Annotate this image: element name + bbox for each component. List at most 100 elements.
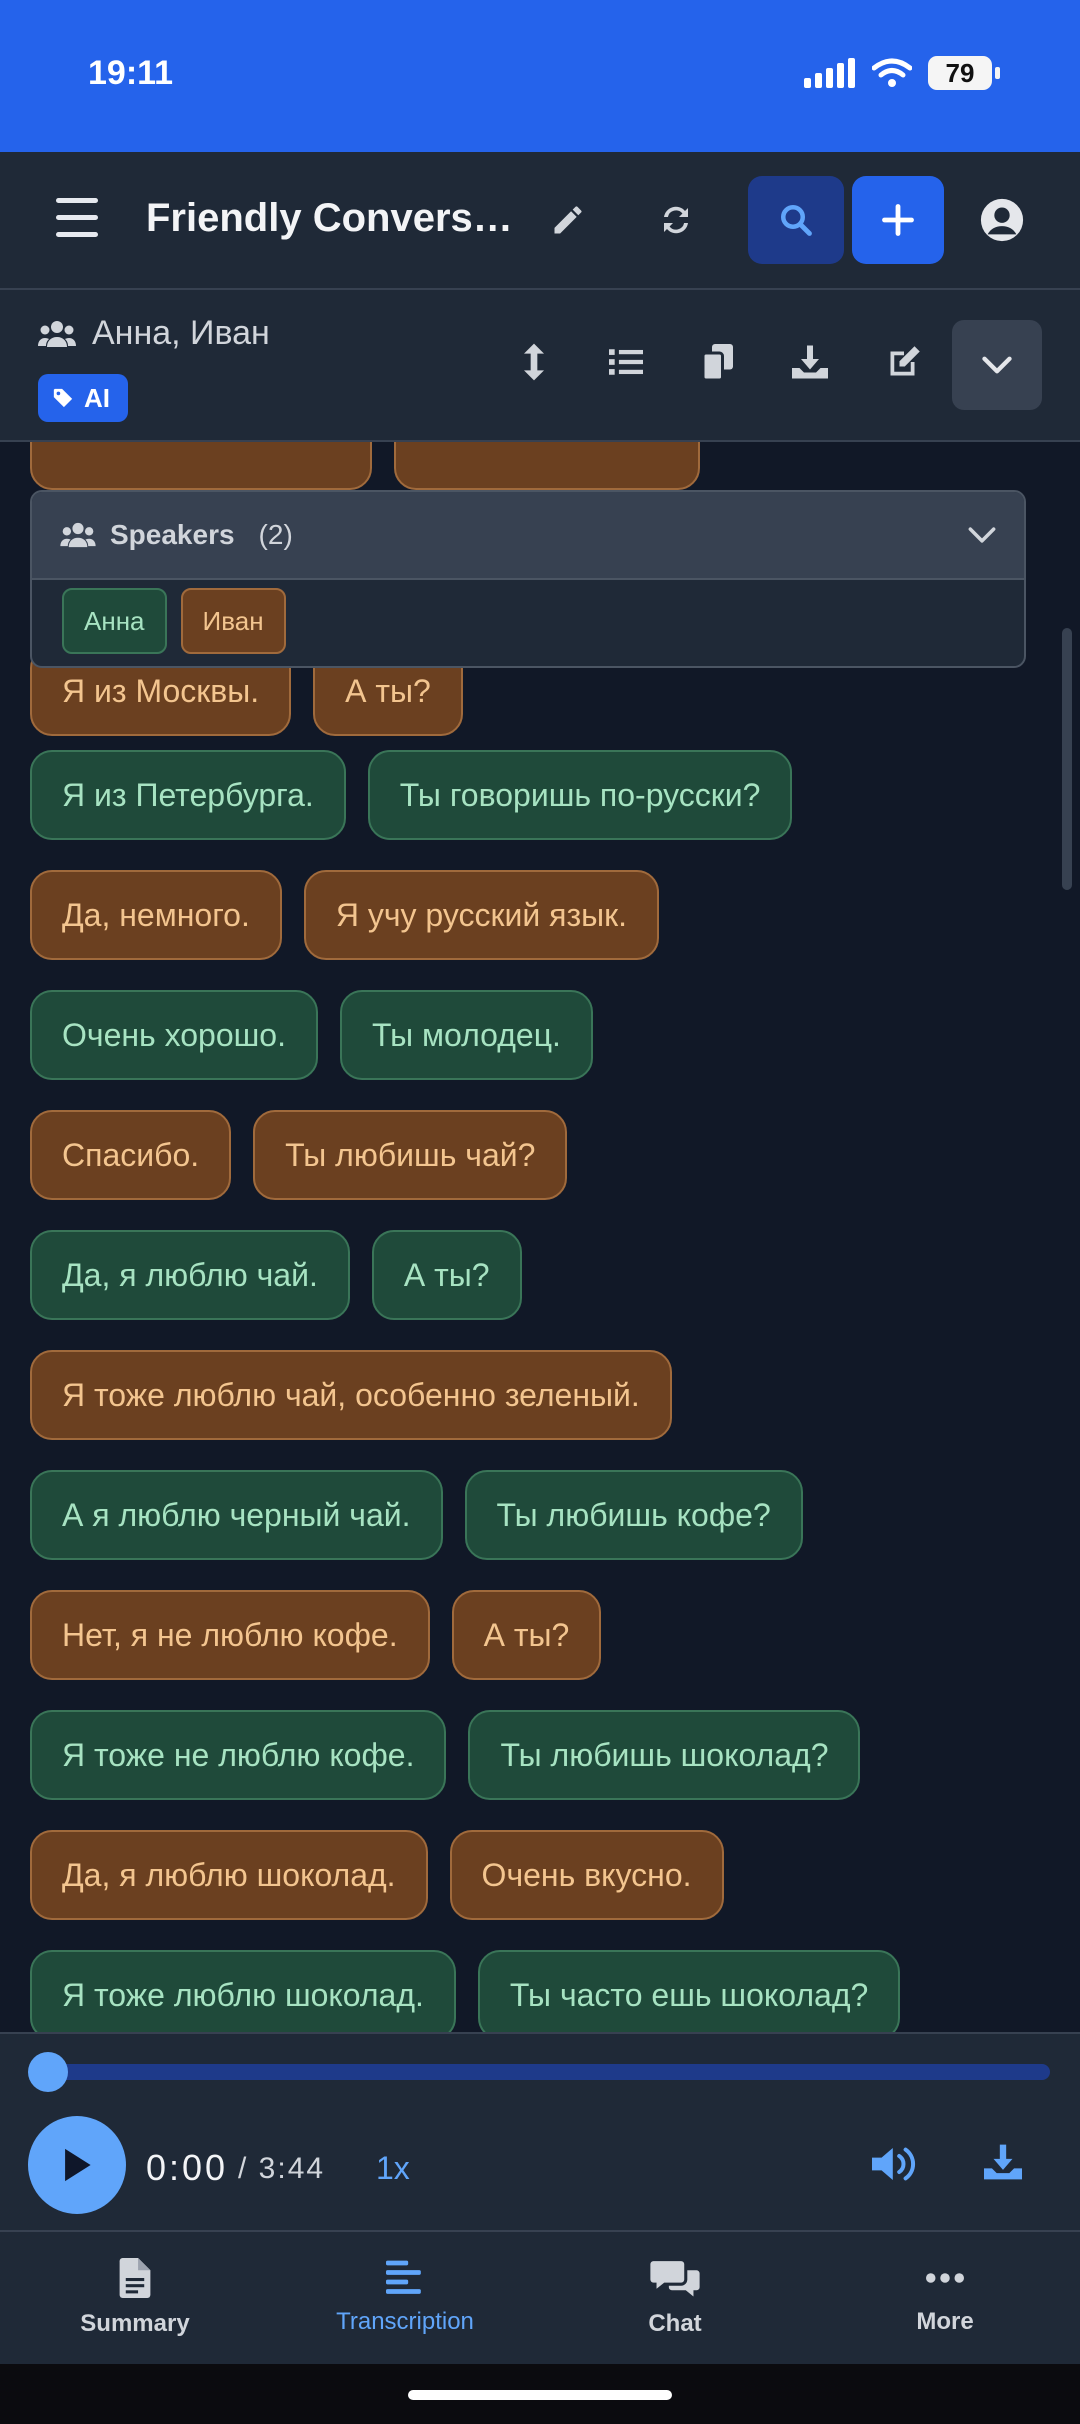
transcript-row: Да, я люблю чай. А ты? [30,1230,522,1320]
copy-icon [702,344,733,380]
transcript-segment[interactable]: Ты любишь чай? [253,1110,568,1200]
transcript-row: Я тоже люблю шоколад. Ты часто ешь шокол… [30,1950,901,2032]
speakers-panel: Speakers (2) Анна Иван [30,490,1026,668]
nav-more[interactable]: More [810,2232,1080,2364]
transcript-segment[interactable]: А ты? [371,1230,522,1320]
volume-button[interactable] [872,2144,920,2189]
vertical-arrows-icon [524,343,544,381]
wifi-icon [872,58,912,87]
menu-icon [56,198,98,203]
transcript-segment[interactable]: Ты любишь шоколад? [468,1710,861,1800]
transcript-segment[interactable] [394,442,700,490]
users-icon [38,320,76,347]
scrollbar[interactable] [1062,628,1072,890]
copy-button[interactable] [690,334,746,390]
list-view-button[interactable] [598,334,654,390]
speakers-toggle[interactable]: Speakers (2) [32,492,1024,580]
transcript-row: Да, немного. Я учу русский язык. [30,870,660,960]
speaker-chip-ivan[interactable]: Иван [180,588,286,654]
chat-bubbles-icon [650,2261,700,2297]
search-icon [781,205,812,236]
menu-button[interactable] [56,198,98,238]
bottom-nav: Summary Transcription Chat More [0,2230,1080,2364]
transcript-segment[interactable]: Ты молодец. [339,990,593,1080]
progress-track[interactable] [46,2064,1050,2080]
plus-icon [882,204,914,236]
volume-icon [872,2147,916,2181]
nav-summary-label: Summary [80,2310,190,2337]
participants: Анна, Иван [38,314,270,353]
transcript-row: Спасибо. Ты любишь чай? [30,1110,568,1200]
add-button[interactable] [852,176,944,264]
speakers-count: (2) [258,519,293,550]
refresh-icon [664,206,688,234]
nav-chat-label: Chat [648,2310,702,2337]
conversation-subheader: Анна, Иван AI [0,290,1080,442]
document-icon [119,2258,151,2298]
speaker-chip-anna[interactable]: Анна [62,588,167,654]
nav-summary[interactable]: Summary [0,2232,270,2364]
home-indicator[interactable] [408,2390,672,2400]
chevron-down-icon [968,527,996,543]
transcript-segment[interactable]: Нет, я не люблю кофе. [30,1590,430,1680]
transcript-segment[interactable]: Я тоже люблю чай, особенно зеленый. [30,1350,672,1440]
current-time: 0:00 [146,2147,229,2188]
transcript-row: Нет, я не люблю кофе. А ты? [30,1590,602,1680]
chevron-down-icon [982,356,1012,374]
audio-player: 0:00 / 3:44 1x [0,2032,1080,2230]
ai-tag-label: AI [84,382,110,413]
pencil-icon [554,206,582,234]
transcript-segment[interactable]: Да, немного. [30,870,282,960]
transcript-segment[interactable]: Я учу русский язык. [303,870,660,960]
collapse-button[interactable] [952,320,1042,410]
total-duration: / 3:44 [238,2152,326,2185]
ai-tag[interactable]: AI [38,374,128,422]
transcript-segment[interactable]: А я люблю черный чай. [30,1470,443,1560]
search-button[interactable] [748,176,844,264]
align-left-icon [386,2260,421,2294]
edit-transcript-button[interactable] [876,334,932,390]
refresh-button[interactable] [648,192,704,248]
transcript-segment[interactable]: Ты часто ешь шоколад? [477,1950,901,2032]
playback-speed[interactable]: 1x [376,2150,410,2187]
nav-transcription-label: Transcription [336,2308,474,2335]
user-circle-icon [980,198,1024,242]
users-icon [60,522,96,548]
participants-names: Анна, Иван [92,314,270,352]
transcript-segment[interactable]: Да, я люблю чай. [30,1230,350,1320]
expand-button[interactable] [506,334,562,390]
play-button[interactable] [28,2116,126,2214]
nav-more-label: More [916,2308,974,2335]
transcript-area[interactable]: Я из Москвы. А ты? Я из Петербурга. Ты г… [0,442,1080,2032]
nav-transcription[interactable]: Transcription [270,2232,540,2364]
speakers-title: Speakers [110,519,235,550]
progress-thumb[interactable] [28,2052,68,2092]
edit-title-button[interactable] [540,192,596,248]
transcript-row: Очень хорошо. Ты молодец. [30,990,593,1080]
app-header: Friendly Conversat... [0,152,1080,290]
list-icon [609,349,643,375]
transcript-segment[interactable]: Ты любишь кофе? [464,1470,803,1560]
transcript-segment[interactable]: Да, я люблю шоколад. [30,1830,428,1920]
nav-chat[interactable]: Chat [540,2232,810,2364]
transcript-row: Я тоже люблю чай, особенно зеленый. [30,1350,672,1440]
download-transcript-button[interactable] [782,334,838,390]
transcript-row [30,442,700,490]
transcript-segment[interactable]: Я тоже не люблю кофе. [30,1710,447,1800]
account-button[interactable] [974,192,1030,248]
transcript-segment[interactable]: Спасибо. [30,1110,232,1200]
transcript-segment[interactable]: Ты говоришь по-русски? [367,750,793,840]
transcript-segment[interactable]: Я из Петербурга. [30,750,346,840]
status-bar: 19:11 79 [0,0,1080,152]
transcript-segment[interactable] [30,442,372,490]
status-time: 19:11 [88,54,174,92]
play-icon [65,2148,91,2182]
download-audio-button[interactable] [984,2144,1022,2185]
transcript-segment[interactable]: Очень хорошо. [30,990,318,1080]
transcript-segment[interactable]: Очень вкусно. [449,1830,724,1920]
battery-indicator: 79 [928,56,1000,90]
transcript-segment[interactable]: Я тоже люблю шоколад. [30,1950,456,2032]
conversation-title[interactable]: Friendly Conversat... [146,196,516,241]
transcript-segment[interactable]: А ты? [451,1590,602,1680]
tag-icon [53,388,73,408]
